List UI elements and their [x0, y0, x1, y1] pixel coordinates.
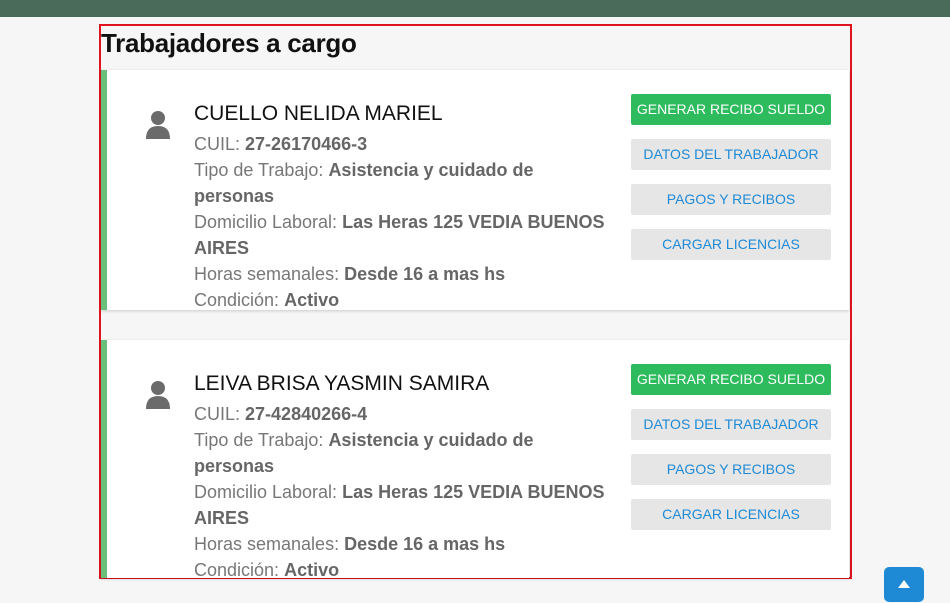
domicilio-row: Domicilio Laboral: Las Heras 125 VEDIA B… [194, 209, 614, 261]
pagos-recibos-button[interactable]: PAGOS Y RECIBOS [631, 184, 831, 215]
workers-section: Trabajadores a cargo CUELLO NELIDA MARIE… [99, 24, 852, 580]
horas-value: Desde 16 a mas hs [344, 264, 506, 284]
condicion-label: Condición: [194, 290, 280, 310]
domicilio-label: Domicilio Laboral: [194, 212, 338, 232]
cuil-value: 27-42840266-4 [245, 404, 368, 424]
horas-label: Horas semanales: [194, 534, 340, 554]
tipo-trabajo-label: Tipo de Trabajo: [194, 430, 324, 450]
horas-row: Horas semanales: Desde 16 a mas hs [194, 261, 614, 287]
cuil-value: 27-26170466-3 [245, 134, 368, 154]
tipo-trabajo-label: Tipo de Trabajo: [194, 160, 324, 180]
condicion-row: Condición: Activo [194, 557, 614, 583]
cargar-licencias-button[interactable]: CARGAR LICENCIAS [631, 229, 831, 260]
cargar-licencias-button[interactable]: CARGAR LICENCIAS [631, 499, 831, 530]
horas-row: Horas semanales: Desde 16 a mas hs [194, 531, 614, 557]
horas-label: Horas semanales: [194, 264, 340, 284]
worker-actions: GENERAR RECIBO SUELDO DATOS DEL TRABAJAD… [631, 364, 831, 544]
top-bar [0, 0, 950, 17]
worker-info: LEIVA BRISA YASMIN SAMIRA CUIL: 27-42840… [194, 371, 614, 583]
worker-actions: GENERAR RECIBO SUELDO DATOS DEL TRABAJAD… [631, 94, 831, 274]
cuil-label: CUIL: [194, 404, 241, 424]
user-icon [145, 380, 171, 410]
pagos-recibos-button[interactable]: PAGOS Y RECIBOS [631, 454, 831, 485]
generar-recibo-button[interactable]: GENERAR RECIBO SUELDO [631, 364, 831, 395]
scroll-top-button[interactable] [884, 567, 924, 602]
condicion-row: Condición: Activo [194, 287, 614, 313]
user-icon [145, 110, 171, 140]
domicilio-label: Domicilio Laboral: [194, 482, 338, 502]
tipo-trabajo-row: Tipo de Trabajo: Asistencia y cuidado de… [194, 427, 614, 479]
worker-name: LEIVA BRISA YASMIN SAMIRA [194, 372, 490, 395]
condicion-value: Activo [284, 560, 340, 580]
datos-trabajador-button[interactable]: DATOS DEL TRABAJADOR [631, 139, 831, 170]
worker-card: LEIVA BRISA YASMIN SAMIRA CUIL: 27-42840… [101, 340, 849, 580]
cuil-row: CUIL: 27-42840266-4 [194, 401, 614, 427]
tipo-trabajo-row: Tipo de Trabajo: Asistencia y cuidado de… [194, 157, 614, 209]
worker-name: CUELLO NELIDA MARIEL [194, 102, 443, 125]
cuil-label: CUIL: [194, 134, 241, 154]
horas-value: Desde 16 a mas hs [344, 534, 506, 554]
worker-info: CUELLO NELIDA MARIEL CUIL: 27-26170466-3… [194, 101, 614, 313]
domicilio-row: Domicilio Laboral: Las Heras 125 VEDIA B… [194, 479, 614, 531]
cuil-row: CUIL: 27-26170466-3 [194, 131, 614, 157]
chevron-up-icon [898, 580, 910, 588]
worker-card: CUELLO NELIDA MARIEL CUIL: 27-26170466-3… [101, 70, 849, 310]
condicion-value: Activo [284, 290, 340, 310]
datos-trabajador-button[interactable]: DATOS DEL TRABAJADOR [631, 409, 831, 440]
page-title: Trabajadores a cargo [101, 28, 357, 58]
generar-recibo-button[interactable]: GENERAR RECIBO SUELDO [631, 94, 831, 125]
condicion-label: Condición: [194, 560, 280, 580]
